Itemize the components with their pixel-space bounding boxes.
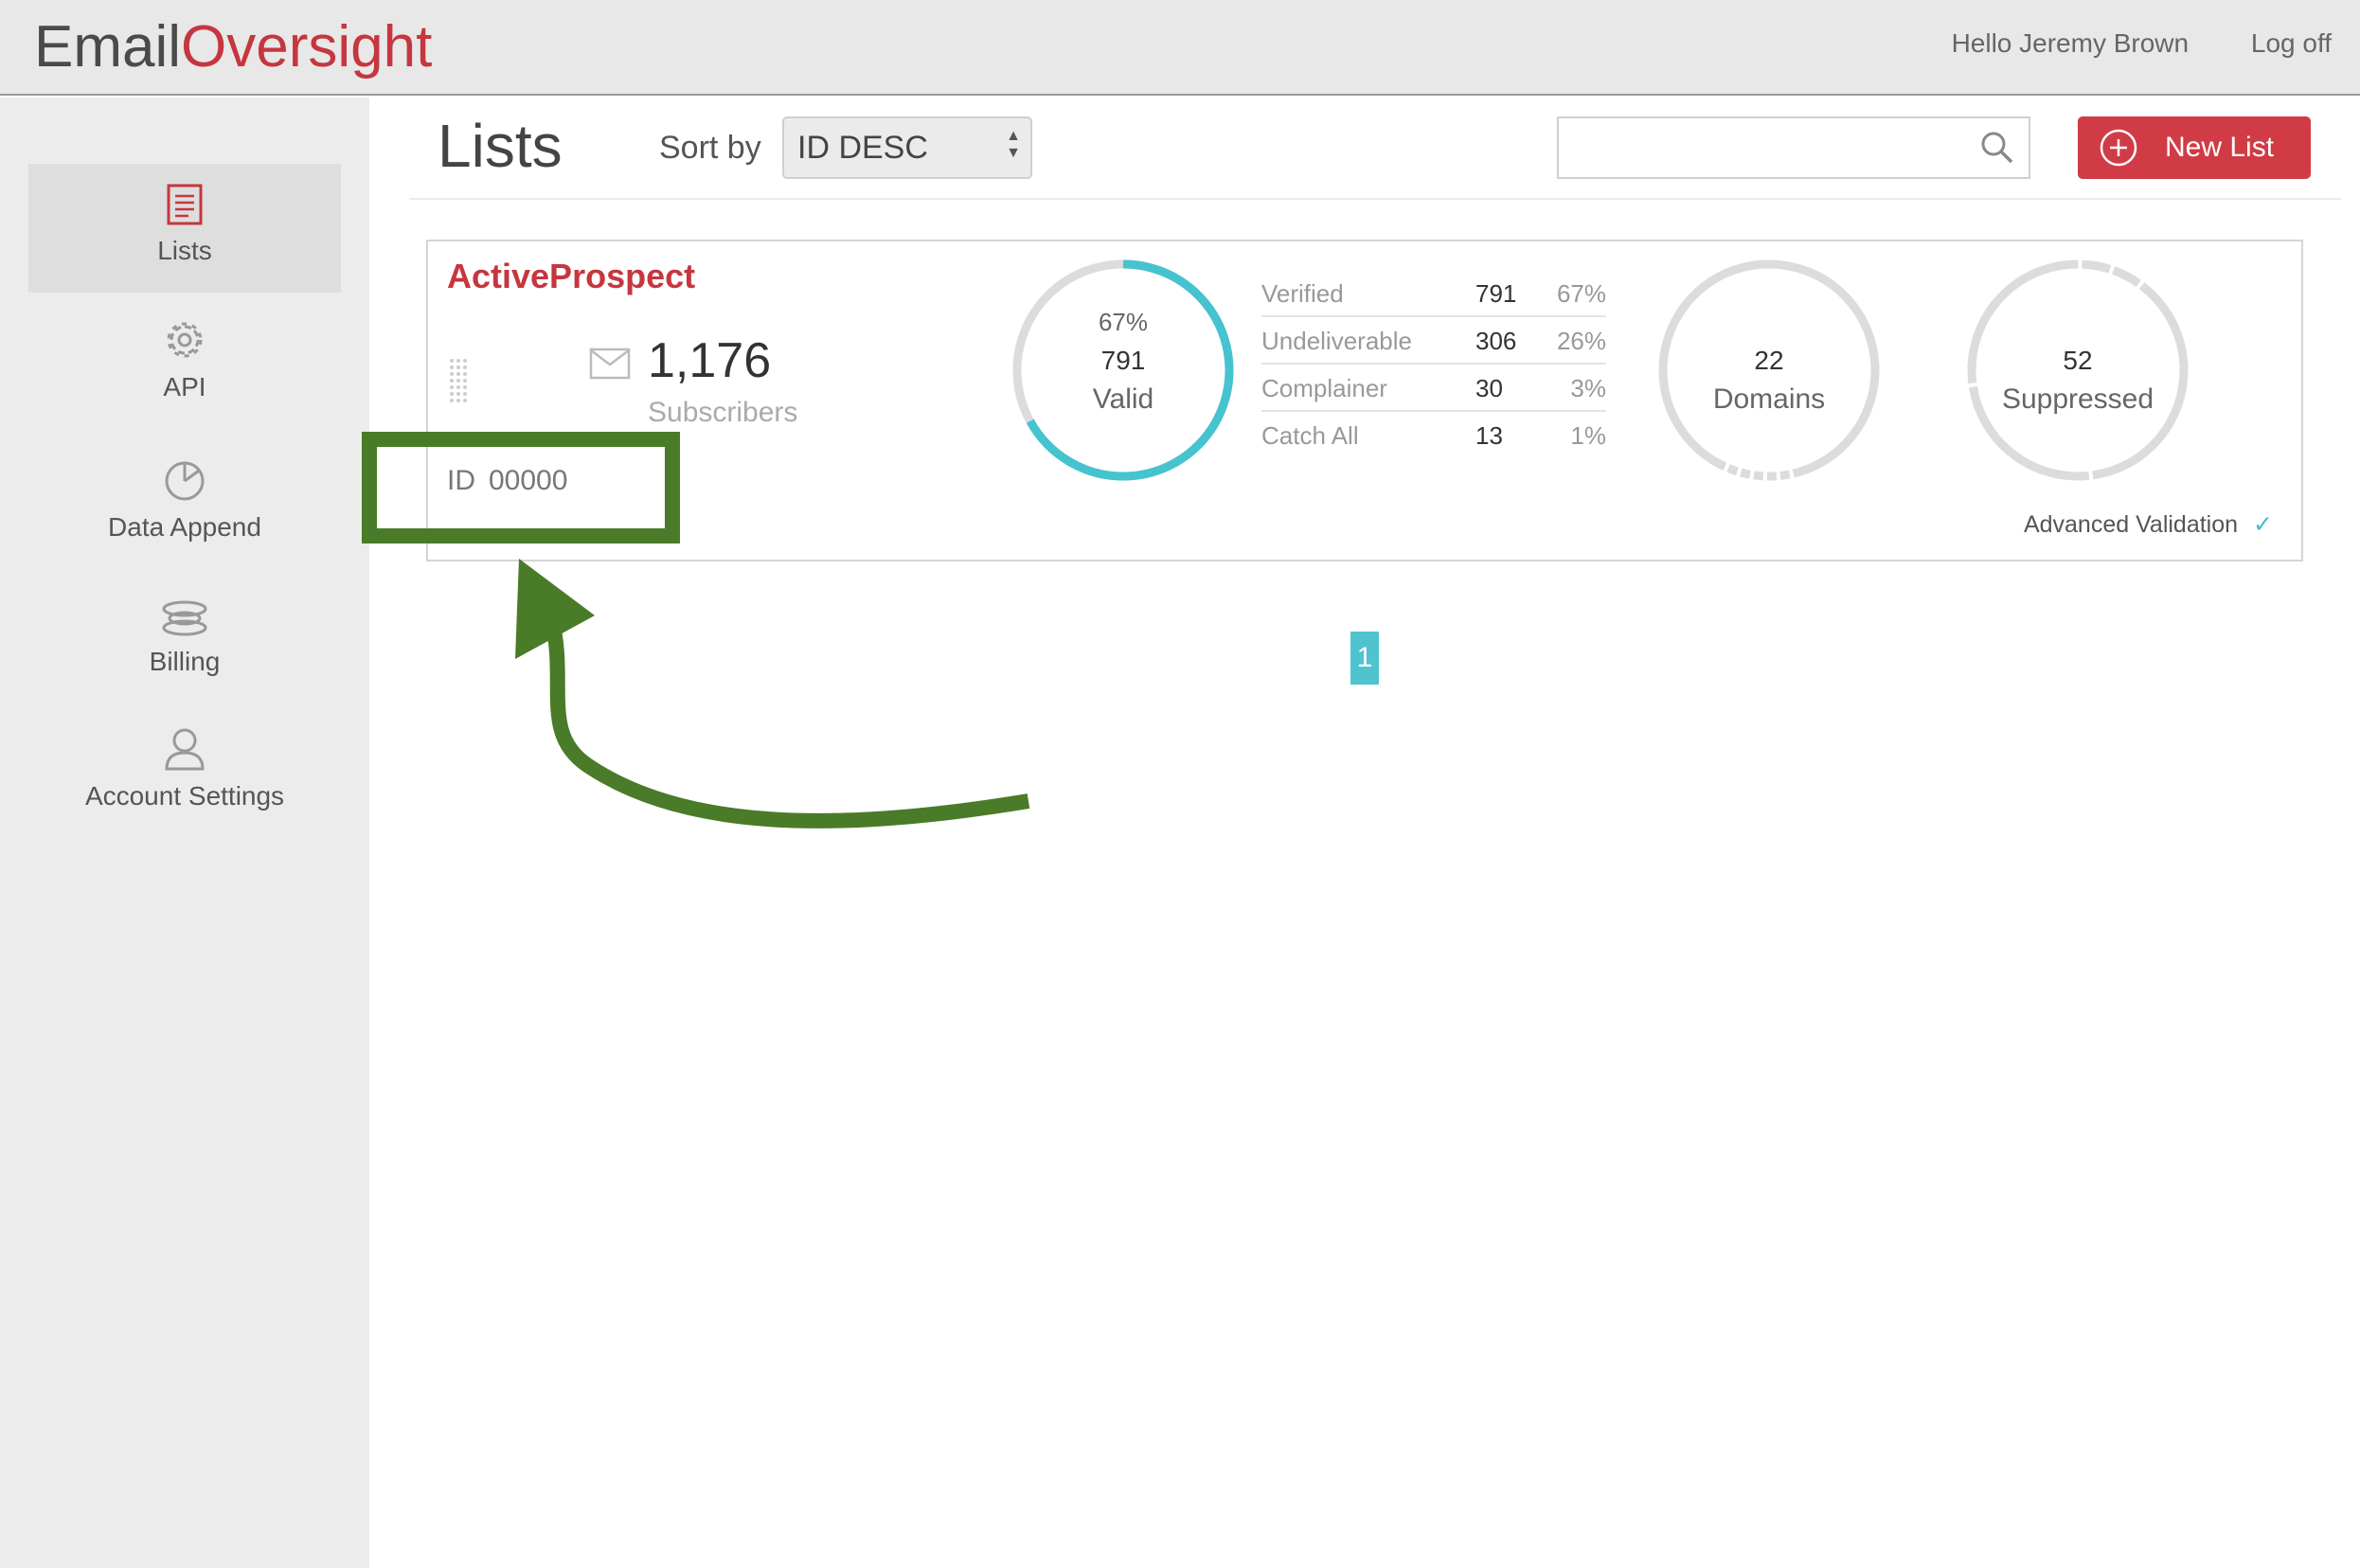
sidebar: Lists API Data Append Billing Account Se…	[0, 98, 369, 1568]
gear-icon	[167, 322, 203, 358]
stat-count: 306	[1475, 327, 1517, 355]
valid-ring-chart[interactable]: 67% 791 Valid	[1010, 257, 1237, 484]
suppressed-label: Suppressed	[2001, 383, 2154, 415]
stat-count: 13	[1475, 421, 1503, 450]
pie-chart-icon	[165, 461, 205, 501]
mail-icon	[589, 347, 631, 380]
stat-percent: 3%	[1570, 374, 1606, 402]
suppressed-ring-chart[interactable]: 52 Suppressed	[1964, 257, 2191, 484]
subscriber-count: 1,176	[648, 333, 772, 388]
main-content: Lists Sort by ID DESC ▲ ▼ New List Active…	[369, 98, 2360, 1568]
stat-percent: 26%	[1556, 327, 1606, 355]
annotation-highlight-box	[362, 432, 680, 543]
stat-count: 30	[1475, 374, 1503, 402]
header-divider	[409, 198, 2341, 200]
domains-label: Domains	[1712, 383, 1826, 415]
sidebar-item-lists[interactable]: Lists	[28, 164, 341, 293]
sidebar-item-api[interactable]: API	[28, 317, 341, 402]
check-icon: ✓	[2253, 511, 2273, 538]
stat-count: 791	[1475, 279, 1517, 308]
sidebar-item-data-append[interactable]: Data Append	[28, 459, 341, 543]
list-card[interactable]: ActiveProspect 1,176 Subscribers ID 00000	[426, 240, 2303, 561]
domains-ring-chart[interactable]: 22 Domains	[1655, 257, 1883, 484]
logoff-link[interactable]: Log off	[2251, 28, 2332, 58]
search-input[interactable]	[1557, 116, 2030, 179]
suppressed-count: 52	[2063, 346, 2093, 375]
valid-label: Valid	[1092, 383, 1154, 415]
sort-select[interactable]: ID DESC ▲ ▼	[782, 116, 1032, 179]
logo-oversight-text: Oversight	[181, 14, 433, 80]
valid-percent: 67%	[1098, 308, 1149, 336]
select-arrows-icon: ▲ ▼	[1006, 128, 1021, 161]
user-icon	[165, 728, 205, 771]
stat-name: Undeliverable	[1261, 327, 1412, 355]
sidebar-item-label: Lists	[157, 236, 212, 265]
valid-count: 791	[1100, 346, 1146, 375]
sidebar-item-account-settings[interactable]: Account Settings	[28, 726, 341, 811]
stats-row-undeliverable: Undeliverable 306 26%	[1261, 317, 1606, 365]
document-icon	[167, 184, 203, 225]
sidebar-item-label: Billing	[149, 647, 221, 676]
new-list-button[interactable]: New List	[2078, 116, 2311, 179]
stat-name: Complainer	[1261, 374, 1387, 402]
logo-email-text: Email	[34, 14, 182, 80]
search-icon[interactable]	[1979, 130, 2015, 166]
stats-table: Verified 791 67% Undeliverable 306 26% C…	[1261, 270, 1606, 459]
stat-name: Verified	[1261, 279, 1344, 308]
stats-row-catch-all: Catch All 13 1%	[1261, 412, 1606, 459]
page-title: Lists	[438, 112, 563, 180]
drag-handle-icon[interactable]	[447, 357, 470, 408]
logo[interactable]: EmailOversight	[34, 9, 432, 85]
list-name-link[interactable]: ActiveProspect	[447, 257, 695, 296]
stats-row-complainer: Complainer 30 3%	[1261, 365, 1606, 412]
sidebar-item-label: Data Append	[108, 512, 261, 542]
stat-percent: 67%	[1556, 279, 1606, 308]
stats-row-verified: Verified 791 67%	[1261, 270, 1606, 317]
new-list-label: New List	[2165, 132, 2275, 163]
sidebar-item-label: API	[163, 372, 206, 401]
stat-percent: 1%	[1570, 421, 1606, 450]
stat-name: Catch All	[1261, 421, 1359, 450]
domains-count: 22	[1754, 346, 1784, 375]
user-greeting-link[interactable]: Hello Jeremy Brown	[1952, 28, 2190, 58]
subscriber-label: Subscribers	[648, 397, 798, 428]
advanced-validation-label: Advanced Validation	[2023, 511, 2239, 538]
sort-select-value: ID DESC	[797, 130, 928, 166]
plus-circle-icon	[2100, 129, 2137, 167]
sort-by-label: Sort by	[659, 130, 761, 166]
coins-icon	[162, 600, 207, 636]
sidebar-item-billing[interactable]: Billing	[28, 599, 341, 677]
sidebar-item-label: Account Settings	[84, 781, 285, 811]
top-bar: EmailOversight Hello Jeremy Brown Log of…	[0, 0, 2360, 96]
advanced-validation-status: Advanced Validation ✓	[2024, 510, 2273, 539]
pagination-page-1[interactable]: 1	[1350, 632, 1379, 685]
